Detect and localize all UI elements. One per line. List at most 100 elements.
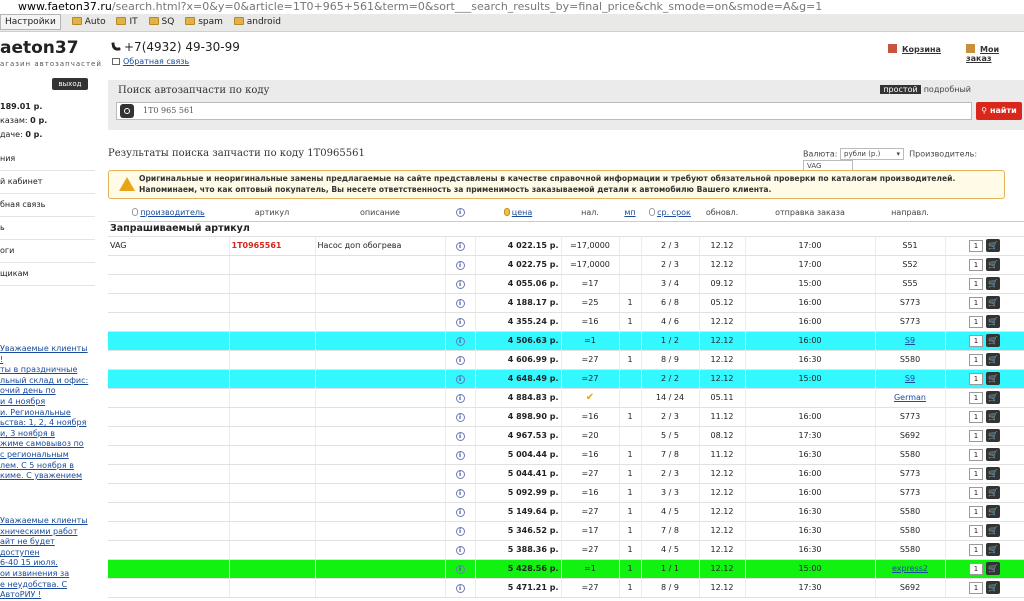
add-to-cart-icon[interactable]: 🛒 bbox=[986, 239, 1000, 252]
my-orders-link[interactable]: Мои заказ bbox=[966, 44, 1024, 63]
info-icon[interactable]: i bbox=[455, 298, 465, 308]
cell-article[interactable] bbox=[229, 350, 316, 370]
news-item-maintenance[interactable]: Уважаемые клиенты хническими работ айт н… bbox=[0, 516, 92, 601]
add-to-cart-icon[interactable]: 🛒 bbox=[986, 391, 1000, 404]
cell-direction[interactable]: German bbox=[875, 388, 946, 408]
search-button[interactable]: ⚲ найти bbox=[976, 102, 1022, 120]
quantity-input[interactable]: 1 bbox=[969, 543, 983, 556]
cell-article[interactable] bbox=[229, 312, 316, 332]
info-icon[interactable]: i bbox=[455, 260, 465, 270]
cell-info[interactable]: i bbox=[445, 426, 476, 446]
sidebar-item[interactable]: оги bbox=[0, 240, 95, 263]
cell-info[interactable]: i bbox=[445, 578, 476, 598]
address-bar[interactable]: www.faeton37.ru/search.html?x=0&y=0&arti… bbox=[0, 0, 1024, 14]
quantity-input[interactable]: 1 bbox=[969, 372, 983, 385]
info-icon[interactable]: i bbox=[455, 450, 465, 460]
cell-info[interactable]: i bbox=[445, 483, 476, 503]
cell-info[interactable]: i bbox=[445, 502, 476, 522]
quantity-input[interactable]: 1 bbox=[969, 448, 983, 461]
quantity-input[interactable]: 1 bbox=[969, 296, 983, 309]
quantity-input[interactable]: 1 bbox=[969, 258, 983, 271]
info-icon[interactable]: i bbox=[455, 336, 465, 346]
site-logo[interactable]: aeton37 bbox=[0, 38, 79, 58]
sidebar-item[interactable]: бная связь bbox=[0, 194, 95, 217]
cell-info[interactable]: i bbox=[445, 445, 476, 465]
tab-detailed[interactable]: подробный bbox=[921, 85, 974, 94]
info-icon[interactable]: i bbox=[455, 393, 465, 403]
currency-select[interactable]: рубли (р.) ▾ bbox=[840, 148, 905, 160]
info-icon[interactable]: i bbox=[455, 526, 465, 536]
quantity-input[interactable]: 1 bbox=[969, 486, 983, 499]
add-to-cart-icon[interactable]: 🛒 bbox=[986, 486, 1000, 499]
cell-article[interactable]: 1T0965561 bbox=[229, 236, 316, 256]
cell-article[interactable] bbox=[229, 388, 316, 408]
add-to-cart-icon[interactable]: 🛒 bbox=[986, 467, 1000, 480]
cell-article[interactable] bbox=[229, 578, 316, 598]
sidebar-item[interactable]: щикам bbox=[0, 263, 95, 286]
cell-article[interactable] bbox=[229, 255, 316, 275]
col-mp[interactable]: мп bbox=[619, 204, 641, 222]
quantity-input[interactable]: 1 bbox=[969, 505, 983, 518]
cell-article[interactable] bbox=[229, 502, 316, 522]
cell-info[interactable]: i bbox=[445, 388, 476, 408]
cell-article[interactable] bbox=[229, 483, 316, 503]
sidebar-item[interactable]: й кабинет bbox=[0, 171, 95, 194]
cell-info[interactable]: i bbox=[445, 559, 476, 579]
info-icon[interactable]: i bbox=[455, 507, 465, 517]
quantity-input[interactable]: 1 bbox=[969, 391, 983, 404]
cell-article[interactable] bbox=[229, 369, 316, 389]
cell-info[interactable]: i bbox=[445, 293, 476, 313]
cell-direction[interactable]: S9 bbox=[875, 331, 946, 351]
bookmark-sq[interactable]: SQ bbox=[148, 14, 174, 31]
cell-info[interactable]: i bbox=[445, 331, 476, 351]
info-icon[interactable]: i bbox=[455, 241, 465, 251]
add-to-cart-icon[interactable]: 🛒 bbox=[986, 429, 1000, 442]
quantity-input[interactable]: 1 bbox=[969, 315, 983, 328]
quantity-input[interactable]: 1 bbox=[969, 562, 983, 575]
quantity-input[interactable]: 1 bbox=[969, 353, 983, 366]
add-to-cart-icon[interactable]: 🛒 bbox=[986, 258, 1000, 271]
cell-info[interactable]: i bbox=[445, 350, 476, 370]
cell-info[interactable]: i bbox=[445, 407, 476, 427]
add-to-cart-icon[interactable]: 🛒 bbox=[986, 315, 1000, 328]
info-icon[interactable]: i bbox=[455, 488, 465, 498]
add-to-cart-icon[interactable]: 🛒 bbox=[986, 410, 1000, 423]
cell-article[interactable] bbox=[229, 331, 316, 351]
sidebar-item[interactable]: ь bbox=[0, 217, 95, 240]
cell-info[interactable]: i bbox=[445, 274, 476, 294]
news-item-holidays[interactable]: Уважаемые клиенты ! ты в праздничные льн… bbox=[0, 344, 92, 482]
bookmark-it[interactable]: IT bbox=[116, 14, 138, 31]
add-to-cart-icon[interactable]: 🛒 bbox=[986, 448, 1000, 461]
add-to-cart-icon[interactable]: 🛒 bbox=[986, 296, 1000, 309]
info-icon[interactable]: i bbox=[455, 545, 465, 555]
quantity-input[interactable]: 1 bbox=[969, 524, 983, 537]
info-icon[interactable]: i bbox=[455, 564, 465, 574]
info-icon[interactable]: i bbox=[455, 317, 465, 327]
info-icon[interactable]: i bbox=[455, 412, 465, 422]
quantity-input[interactable]: 1 bbox=[969, 581, 983, 594]
bookmark-spam[interactable]: spam bbox=[185, 14, 223, 31]
bookmark-android[interactable]: android bbox=[233, 14, 281, 31]
cell-info[interactable]: i bbox=[445, 369, 476, 389]
quantity-input[interactable]: 1 bbox=[969, 277, 983, 290]
col-maker[interactable]: производитель bbox=[108, 204, 229, 222]
cell-info[interactable]: i bbox=[445, 236, 476, 256]
quantity-input[interactable]: 1 bbox=[969, 239, 983, 252]
info-icon[interactable]: i bbox=[455, 374, 465, 384]
cell-article[interactable] bbox=[229, 426, 316, 446]
search-input[interactable]: 1T0 965 561 bbox=[116, 102, 972, 120]
cell-article[interactable] bbox=[229, 464, 316, 484]
cell-direction[interactable]: S9 bbox=[875, 369, 946, 389]
add-to-cart-icon[interactable]: 🛒 bbox=[986, 505, 1000, 518]
tab-simple[interactable]: простой bbox=[880, 85, 921, 94]
logout-button[interactable]: выход bbox=[52, 78, 88, 90]
add-to-cart-icon[interactable]: 🛒 bbox=[986, 581, 1000, 594]
quantity-input[interactable]: 1 bbox=[969, 467, 983, 480]
feedback-link[interactable]: Обратная связь bbox=[112, 57, 189, 66]
cell-article[interactable] bbox=[229, 293, 316, 313]
quantity-input[interactable]: 1 bbox=[969, 410, 983, 423]
info-icon[interactable]: i bbox=[455, 469, 465, 479]
cart-link[interactable]: Корзина bbox=[888, 44, 941, 54]
info-icon[interactable]: i bbox=[455, 279, 465, 289]
cell-article[interactable] bbox=[229, 445, 316, 465]
